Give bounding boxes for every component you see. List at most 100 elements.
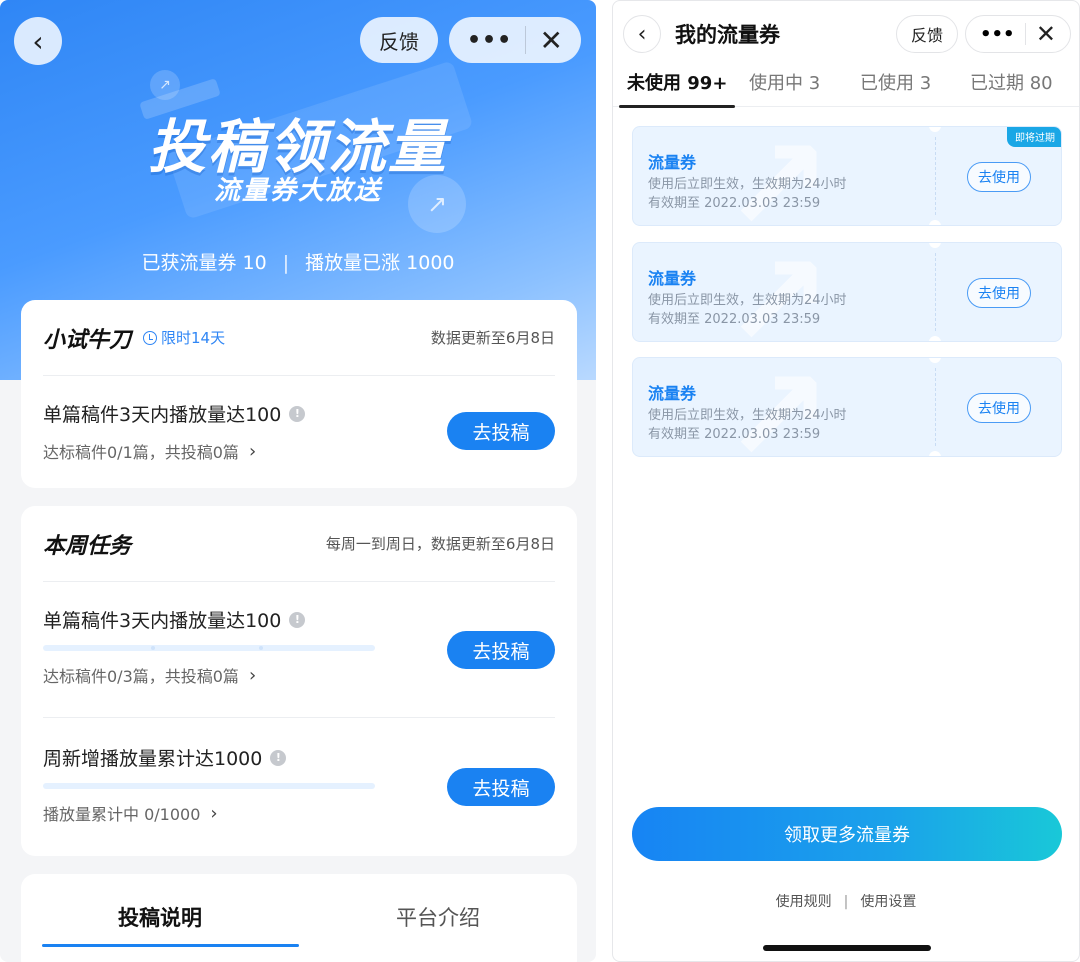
task-progress-text: 达标稿件0/1篇，共投稿0篇 bbox=[43, 443, 239, 462]
coupon-description: 使用后立即生效，生效期为24小时 有效期至 2022.03.03 23:59 bbox=[648, 291, 847, 329]
back-button[interactable]: ‹ bbox=[623, 15, 661, 53]
trial-task-card: 小试牛刀 限时14天 数据更新至6月8日 单篇稿件3天内播放量达100! 达标稿… bbox=[21, 300, 577, 488]
card-title: 小试牛刀 bbox=[43, 327, 132, 353]
progress-milestone bbox=[259, 646, 263, 650]
trend-arrow-icon: ↗ bbox=[150, 70, 180, 100]
coupon-perforation bbox=[935, 368, 936, 446]
chevron-right-icon: › bbox=[210, 802, 218, 824]
footer-divider: | bbox=[843, 894, 849, 910]
info-icon[interactable]: ! bbox=[270, 749, 287, 766]
progress-milestone bbox=[151, 646, 155, 650]
feedback-button[interactable]: 反馈 bbox=[360, 17, 438, 63]
use-coupon-button[interactable]: 去使用 bbox=[967, 278, 1031, 308]
tab-in-use[interactable]: 使用中 3 bbox=[749, 69, 820, 95]
left-phone-screen: ↗ ↗ 投稿领流量 流量券大放送 已获流量券 10 | 播放量已涨 1000 ‹ 反… bbox=[0, 0, 596, 962]
close-icon[interactable]: ✕ bbox=[540, 24, 563, 57]
tab-used[interactable]: 已使用 3 bbox=[860, 69, 931, 95]
usage-settings-link[interactable]: 使用设置 bbox=[860, 894, 916, 910]
coupon-name: 流量券 bbox=[648, 153, 697, 172]
coupon-expiry: 有效期至 2022.03.03 23:59 bbox=[648, 427, 821, 442]
hero-subtitle: 流量券大放送 bbox=[213, 176, 382, 206]
tab-expired[interactable]: 已过期 80 bbox=[970, 69, 1053, 95]
coupon-rule: 使用后立即生效，生效期为24小时 bbox=[648, 408, 847, 423]
task-title-text: 周新增播放量累计达1000 bbox=[43, 748, 263, 770]
task-title: 周新增播放量累计达1000! bbox=[43, 744, 555, 771]
coupon-description: 使用后立即生效，生效期为24小时 有效期至 2022.03.03 23:59 bbox=[648, 175, 847, 213]
submit-button[interactable]: 去投稿 bbox=[447, 412, 555, 450]
tab-submission-guide[interactable]: 投稿说明 bbox=[21, 874, 299, 960]
coupon-expiry: 有效期至 2022.03.03 23:59 bbox=[648, 196, 821, 211]
coupon-notch bbox=[929, 127, 941, 132]
time-limit-badge: 限时14天 bbox=[143, 327, 225, 348]
tab-unused[interactable]: 未使用 99+ bbox=[618, 69, 736, 108]
more-icon[interactable]: ••• bbox=[980, 24, 1015, 45]
coupon-name: 流量券 bbox=[648, 269, 697, 288]
expiring-soon-badge: 即将过期 bbox=[1007, 127, 1061, 147]
coupon-notch bbox=[929, 243, 941, 248]
use-coupon-button[interactable]: 去使用 bbox=[967, 162, 1031, 192]
info-tabs-card: 投稿说明 平台介绍 bbox=[21, 874, 577, 962]
task-title-text: 单篇稿件3天内播放量达100 bbox=[43, 404, 282, 426]
page-title: 我的流量券 bbox=[675, 23, 780, 47]
coupon-card: ↗ 流量券 使用后立即生效，生效期为24小时 有效期至 2022.03.03 23… bbox=[632, 357, 1062, 457]
coupon-notch bbox=[929, 358, 941, 363]
right-phone-screen: ‹ 我的流量券 反馈 ••• ✕ 未使用 99+ 使用中 3 已使用 3 已过期… bbox=[612, 0, 1080, 962]
miniprogram-capsule: ••• ✕ bbox=[965, 15, 1071, 53]
usage-rules-link[interactable]: 使用规则 bbox=[776, 894, 832, 910]
tab-platform-intro[interactable]: 平台介绍 bbox=[299, 874, 577, 960]
hero-stats: 已获流量券 10 | 播放量已涨 1000 bbox=[0, 248, 596, 275]
chevron-right-icon: › bbox=[248, 440, 257, 462]
task-progress-bar bbox=[43, 783, 375, 789]
coupon-rule: 使用后立即生效，生效期为24小时 bbox=[648, 293, 847, 308]
card-title: 本周任务 bbox=[43, 533, 132, 559]
capsule-divider bbox=[1024, 23, 1026, 45]
card-header: 本周任务 每周一到周日，数据更新至6月8日 bbox=[43, 506, 555, 582]
task-progress-text: 播放量累计中 0/1000 bbox=[43, 805, 201, 824]
more-icon[interactable]: ••• bbox=[467, 28, 512, 53]
time-limit-text: 限时14天 bbox=[161, 329, 226, 347]
coupon-card: ↗ 流量券 使用后立即生效，生效期为24小时 有效期至 2022.03.03 23… bbox=[632, 242, 1062, 342]
coupon-card: ↗ 流量券 使用后立即生效，生效期为24小时 有效期至 2022.03.03 23… bbox=[632, 126, 1062, 226]
capsule-divider bbox=[525, 26, 527, 54]
screenshot-stage: ↗ ↗ 投稿领流量 流量券大放送 已获流量券 10 | 播放量已涨 1000 ‹ 反… bbox=[0, 0, 1080, 962]
close-icon[interactable]: ✕ bbox=[1036, 20, 1056, 48]
coupon-description: 使用后立即生效，生效期为24小时 有效期至 2022.03.03 23:59 bbox=[648, 406, 847, 444]
data-update-text: 每周一到周日，数据更新至6月8日 bbox=[325, 535, 555, 553]
task-progress-bar bbox=[43, 645, 375, 651]
clock-icon bbox=[143, 330, 158, 345]
data-update-text: 数据更新至6月8日 bbox=[430, 329, 555, 347]
use-coupon-button[interactable]: 去使用 bbox=[967, 393, 1031, 423]
get-more-coupons-button[interactable]: 领取更多流量券 bbox=[632, 807, 1062, 861]
submit-button[interactable]: 去投稿 bbox=[447, 768, 555, 806]
stat-coupons: 已获流量券 10 bbox=[141, 252, 267, 274]
submit-button[interactable]: 去投稿 bbox=[447, 631, 555, 669]
footer-links: 使用规则 | 使用设置 bbox=[613, 891, 1079, 911]
stat-divider: | bbox=[282, 252, 290, 274]
back-button[interactable]: ‹ bbox=[14, 17, 62, 65]
weekly-task-card: 本周任务 每周一到周日，数据更新至6月8日 单篇稿件3天内播放量达100! 达标… bbox=[21, 506, 577, 856]
info-icon[interactable]: ! bbox=[289, 405, 306, 422]
coupon-name: 流量券 bbox=[648, 384, 697, 403]
card-header: 小试牛刀 限时14天 数据更新至6月8日 bbox=[43, 300, 555, 376]
coupon-notch bbox=[929, 336, 941, 341]
info-icon[interactable]: ! bbox=[289, 611, 306, 628]
coupon-perforation bbox=[935, 253, 936, 331]
info-tabs: 投稿说明 平台介绍 bbox=[21, 874, 577, 960]
coupon-perforation bbox=[935, 137, 936, 215]
feedback-button[interactable]: 反馈 bbox=[896, 15, 958, 53]
coupon-notch bbox=[929, 451, 941, 456]
task-title-text: 单篇稿件3天内播放量达100 bbox=[43, 610, 282, 632]
stat-plays: 播放量已涨 1000 bbox=[305, 252, 455, 274]
home-indicator bbox=[763, 945, 931, 951]
miniprogram-capsule: ••• ✕ bbox=[449, 17, 581, 63]
task-progress-text: 达标稿件0/3篇，共投稿0篇 bbox=[43, 667, 239, 686]
coupon-notch bbox=[929, 220, 941, 225]
back-arrow-icon: ‹ bbox=[637, 21, 647, 47]
task-divider bbox=[43, 717, 555, 718]
coupon-expiry: 有效期至 2022.03.03 23:59 bbox=[648, 312, 821, 327]
coupon-rule: 使用后立即生效，生效期为24小时 bbox=[648, 177, 847, 192]
task-title: 单篇稿件3天内播放量达100! bbox=[43, 606, 555, 633]
back-arrow-icon: ‹ bbox=[32, 24, 44, 58]
coupon-status-tabs: 未使用 99+ 使用中 3 已使用 3 已过期 80 bbox=[613, 63, 1079, 108]
chevron-right-icon: › bbox=[248, 664, 257, 686]
